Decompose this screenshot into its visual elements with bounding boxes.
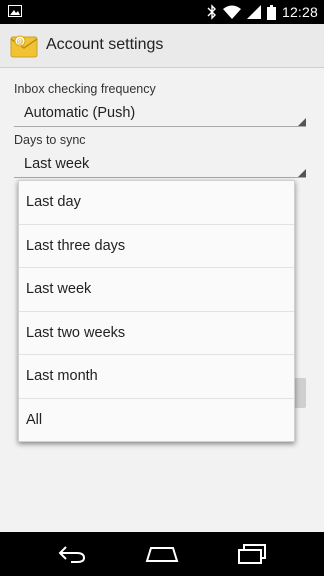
- option-label: All: [26, 411, 43, 428]
- next-button-edge: [294, 378, 306, 408]
- days-to-sync-value: Last week: [24, 156, 90, 172]
- home-icon: [145, 547, 179, 562]
- option-label: Last three days: [26, 237, 126, 254]
- email-app-icon[interactable]: @: [10, 33, 38, 59]
- dropdown-arrow-icon: [298, 169, 306, 177]
- clock: 12:28: [281, 4, 318, 20]
- page-title: Account settings: [46, 36, 164, 53]
- inbox-frequency-label: Inbox checking frequency: [14, 82, 156, 96]
- option-label: Last day: [26, 194, 81, 210]
- bluetooth-icon: [207, 4, 216, 20]
- status-bar: 12:28: [0, 0, 324, 24]
- inbox-frequency-value: Automatic (Push): [24, 105, 136, 121]
- wifi-icon: [222, 5, 241, 19]
- option-label: Last month: [26, 368, 98, 384]
- option-label: Last two weeks: [26, 324, 126, 341]
- dropdown-option-last-two-weeks[interactable]: Last two weeks: [19, 312, 294, 355]
- back-icon: [58, 546, 86, 563]
- days-to-sync-spinner[interactable]: Last week: [14, 150, 306, 178]
- dropdown-option-last-week[interactable]: Last week: [19, 268, 294, 312]
- cell-signal-icon: [246, 5, 261, 19]
- days-to-sync-dropdown: Last day Last three days Last week Last …: [18, 180, 295, 442]
- action-bar: @ Account settings: [0, 24, 324, 68]
- svg-text:@: @: [17, 38, 24, 46]
- inbox-frequency-spinner[interactable]: Automatic (Push): [14, 99, 306, 127]
- dropdown-option-all[interactable]: All: [19, 399, 294, 443]
- recents-button[interactable]: [232, 540, 272, 568]
- image-notification-icon: [8, 5, 22, 17]
- dropdown-option-last-month[interactable]: Last month: [19, 355, 294, 399]
- days-to-sync-label: Days to sync: [14, 133, 86, 147]
- home-button[interactable]: [142, 540, 182, 568]
- option-label: Last week: [26, 281, 92, 297]
- navigation-bar: [0, 532, 324, 576]
- dropdown-arrow-icon: [298, 118, 306, 126]
- dropdown-option-last-three-days[interactable]: Last three days: [19, 225, 294, 268]
- dropdown-option-last-day[interactable]: Last day: [19, 181, 294, 225]
- recents-icon: [238, 544, 266, 564]
- battery-icon: [266, 4, 276, 20]
- back-button[interactable]: [52, 540, 92, 568]
